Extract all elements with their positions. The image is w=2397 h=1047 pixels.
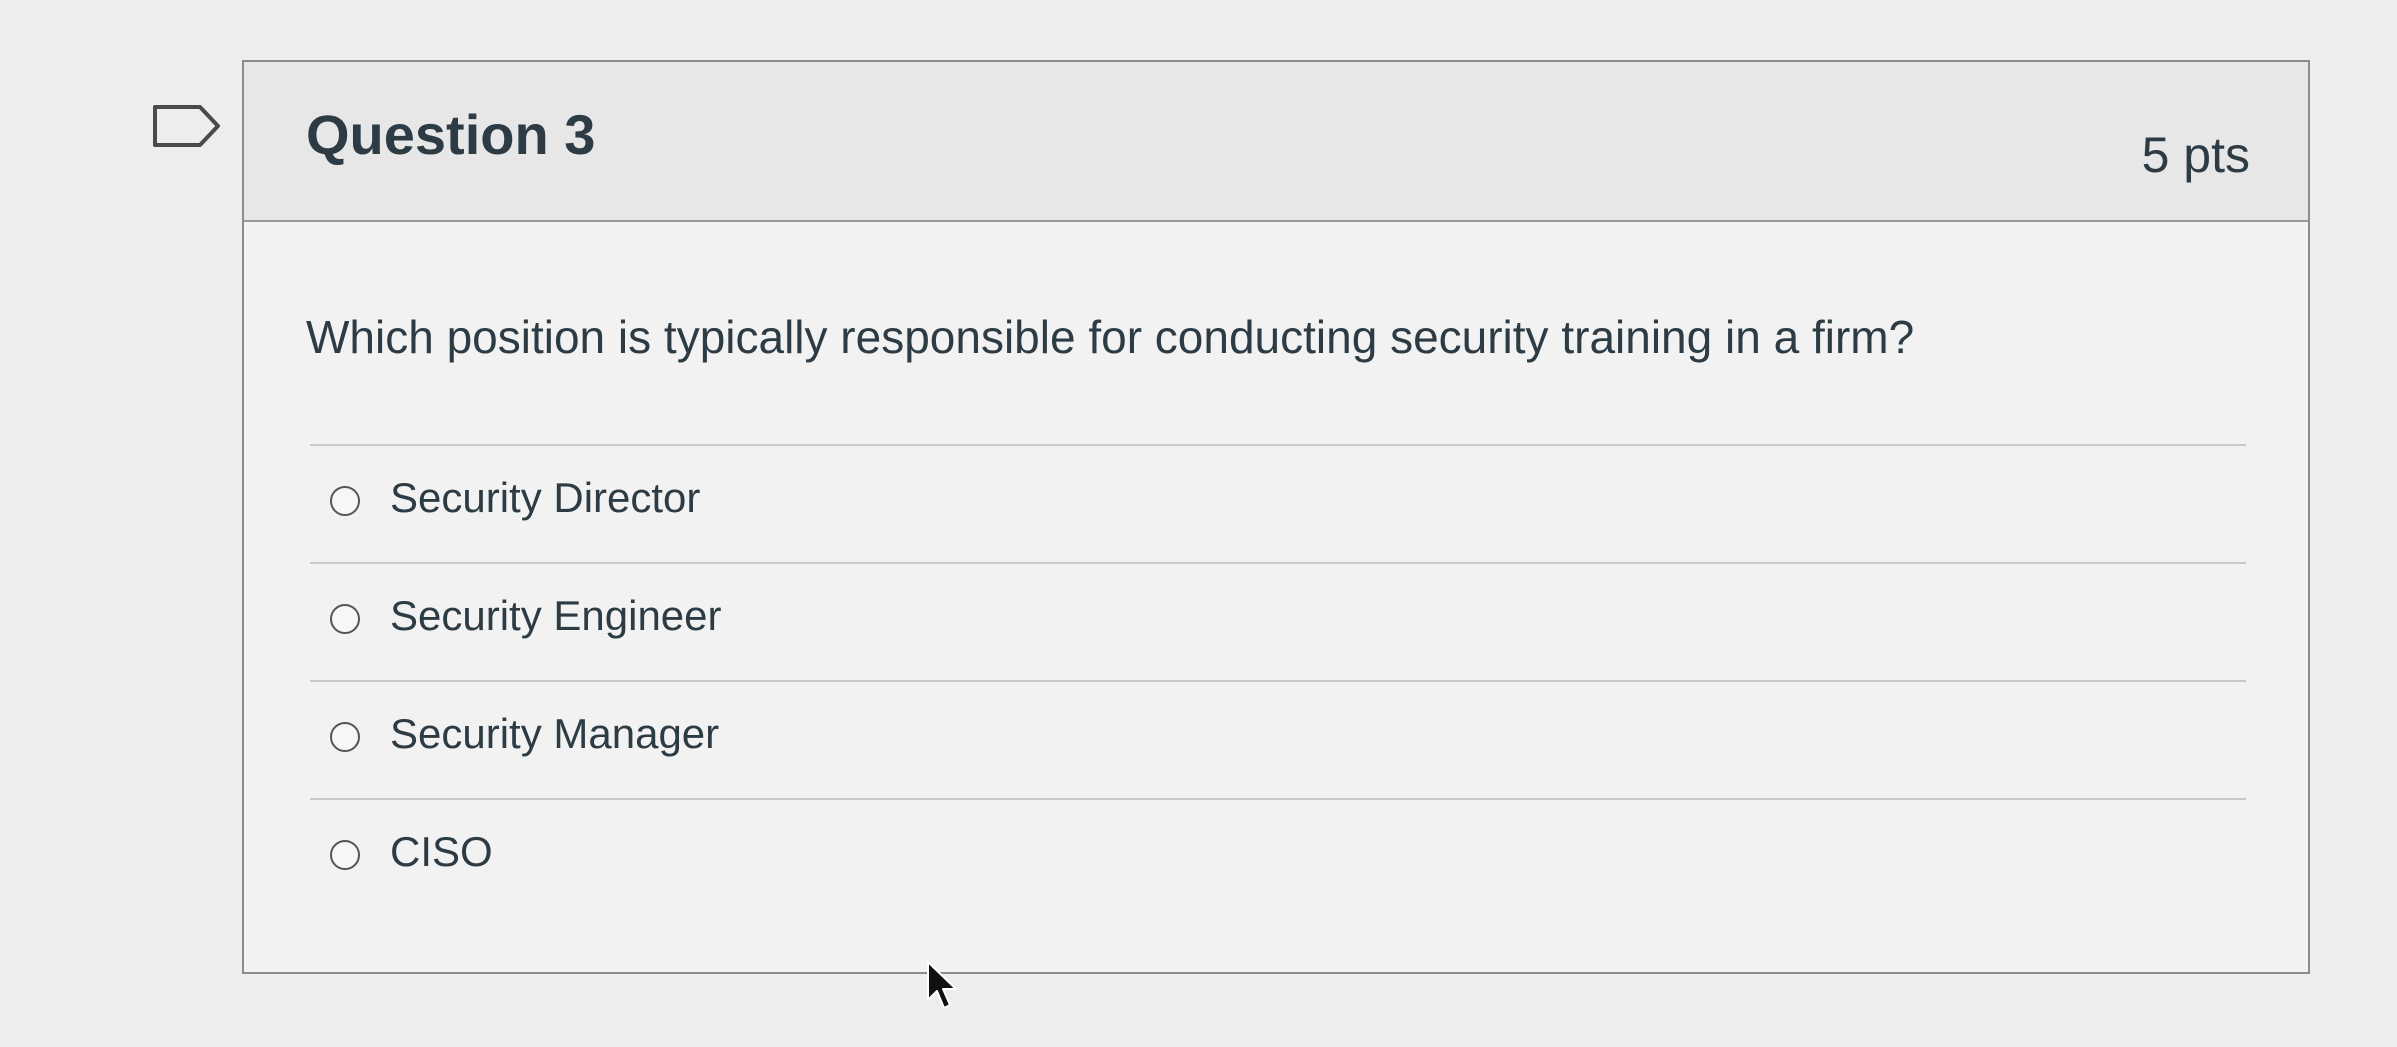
answer-list: Security Director Security Engineer Secu… — [310, 444, 2246, 916]
answer-option[interactable]: Security Manager — [310, 680, 2246, 798]
answer-label[interactable]: Security Director — [390, 474, 700, 522]
flag-question-icon[interactable] — [152, 104, 222, 148]
answer-label[interactable]: Security Manager — [390, 710, 719, 758]
answer-label[interactable]: CISO — [390, 828, 493, 876]
answer-option[interactable]: CISO — [310, 798, 2246, 916]
answer-option[interactable]: Security Engineer — [310, 562, 2246, 680]
question-header: Question 3 5 pts — [244, 62, 2308, 222]
answer-option[interactable]: Security Director — [310, 444, 2246, 562]
question-card: Question 3 5 pts Which position is typic… — [242, 60, 2310, 974]
radio-button[interactable] — [330, 840, 360, 870]
radio-button[interactable] — [330, 604, 360, 634]
radio-button[interactable] — [330, 486, 360, 516]
radio-button[interactable] — [330, 722, 360, 752]
answer-label[interactable]: Security Engineer — [390, 592, 722, 640]
question-points: 5 pts — [2141, 127, 2250, 183]
mouse-pointer-icon — [927, 961, 957, 1009]
question-title: Question 3 — [306, 103, 596, 166]
question-text: Which position is typically responsible … — [306, 311, 1915, 363]
